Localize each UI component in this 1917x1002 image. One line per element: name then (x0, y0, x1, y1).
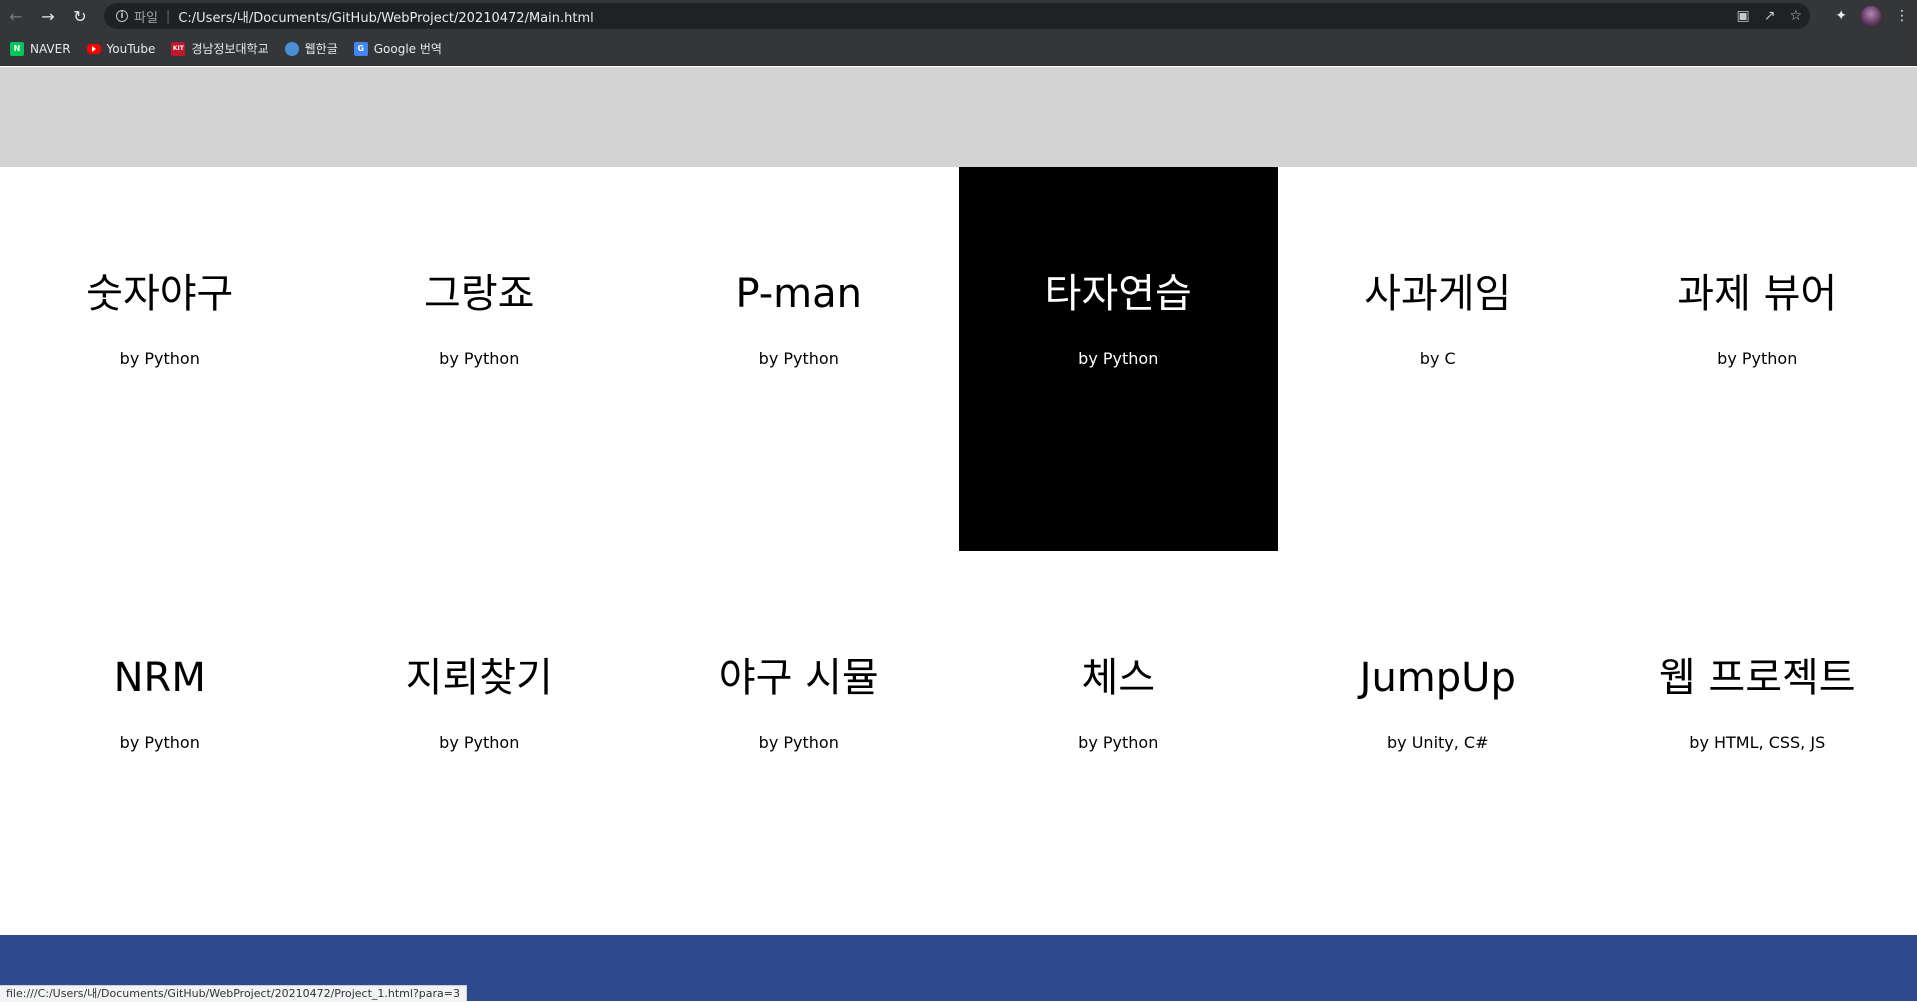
translate-icon[interactable]: ▣ (1736, 8, 1749, 24)
project-card-baseball-sim[interactable]: 야구 시뮬 by Python (639, 551, 959, 935)
bookmark-label: 웹한글 (305, 40, 338, 57)
project-title: 체스 (959, 551, 1279, 703)
puzzle-icon[interactable]: ✦ (1835, 8, 1847, 24)
scheme-label: 파일 (134, 7, 158, 26)
bookmark-naver[interactable]: N NAVER (10, 37, 71, 61)
info-icon[interactable]: i (116, 10, 128, 22)
project-language: by Python (959, 349, 1279, 369)
bookmarks-bar: N NAVER YouTube KIT 경남정보대학교 웹한글 G Google… (0, 32, 1917, 66)
project-language: by Python (639, 349, 959, 369)
bookmark-label: YouTube (107, 42, 156, 56)
project-title: 타자연습 (959, 167, 1279, 319)
url-text[interactable]: C:/Users/내/Documents/GitHub/WebProject/2… (178, 7, 593, 26)
project-card-granzort[interactable]: 그랑죠 by Python (320, 167, 640, 551)
project-card-minesweeper[interactable]: 지뢰찾기 by Python (320, 551, 640, 935)
omnibox-actions: ▣ ↗ ☆ (1736, 3, 1802, 29)
project-title: 웹 프로젝트 (1598, 551, 1917, 703)
project-row-2: NRM by Python 지뢰찾기 by Python 야구 시뮬 by Py… (0, 551, 1917, 935)
project-title: JumpUp (1278, 551, 1598, 703)
project-title: P-man (639, 167, 959, 319)
project-title: 사과게임 (1278, 167, 1598, 319)
back-arrow-icon[interactable]: ← (0, 0, 32, 32)
naver-icon: N (10, 42, 24, 56)
project-language: by Python (0, 349, 320, 369)
header-band (0, 67, 1917, 167)
bookmark-label: Google 번역 (374, 40, 442, 57)
project-language: by Unity, C# (1278, 733, 1598, 753)
profile-avatar[interactable] (1861, 6, 1881, 26)
project-card-nrm[interactable]: NRM by Python (0, 551, 320, 935)
project-card-jumpup[interactable]: JumpUp by Unity, C# (1278, 551, 1598, 935)
project-grid: 숫자야구 by Python 그랑죠 by Python P-man by Py… (0, 167, 1917, 935)
kebab-menu-icon[interactable]: ⋮ (1895, 8, 1909, 24)
browser-actions: ✦ ⋮ (1835, 0, 1909, 32)
project-language: by Python (320, 349, 640, 369)
project-language: by Python (320, 733, 640, 753)
web-hangul-icon (285, 42, 299, 56)
project-language: by Python (0, 733, 320, 753)
project-card-assignment-viewer[interactable]: 과제 뷰어 by Python (1598, 167, 1917, 551)
project-language: by Python (1598, 349, 1917, 369)
browser-toolbar: ← → ↻ i 파일 | C:/Users/내/Documents/GitHub… (0, 0, 1917, 32)
project-title: 야구 시뮬 (639, 551, 959, 703)
address-bar[interactable]: i 파일 | C:/Users/내/Documents/GitHub/WebPr… (104, 3, 1810, 29)
share-icon[interactable]: ↗ (1764, 8, 1776, 24)
status-url-tooltip: file:///C:/Users/내/Documents/GitHub/WebP… (0, 985, 467, 1002)
project-card-web-project[interactable]: 웹 프로젝트 by HTML, CSS, JS (1598, 551, 1917, 935)
bookmark-label: NAVER (30, 42, 71, 56)
project-title: 그랑죠 (320, 167, 640, 319)
project-card-typing-practice[interactable]: 타자연습 by Python (959, 167, 1279, 551)
project-language: by Python (639, 733, 959, 753)
google-translate-icon: G (354, 42, 368, 56)
project-card-number-baseball[interactable]: 숫자야구 by Python (0, 167, 320, 551)
project-card-chess[interactable]: 체스 by Python (959, 551, 1279, 935)
bookmark-kniu[interactable]: KIT 경남정보대학교 (171, 37, 268, 61)
bookmark-youtube[interactable]: YouTube (87, 37, 156, 61)
project-card-apple-game[interactable]: 사과게임 by C (1278, 167, 1598, 551)
bookmark-web-hangul[interactable]: 웹한글 (285, 37, 338, 61)
star-icon[interactable]: ☆ (1789, 8, 1802, 24)
forward-arrow-icon[interactable]: → (32, 0, 64, 32)
youtube-icon (87, 44, 101, 54)
reload-icon[interactable]: ↻ (64, 0, 96, 32)
bookmark-label: 경남정보대학교 (191, 40, 268, 57)
project-title: 숫자야구 (0, 167, 320, 319)
project-language: by C (1278, 349, 1598, 369)
bookmark-google-translate[interactable]: G Google 번역 (354, 37, 442, 61)
kniu-icon: KIT (171, 42, 185, 56)
project-language: by HTML, CSS, JS (1598, 733, 1917, 753)
page-content: 숫자야구 by Python 그랑죠 by Python P-man by Py… (0, 67, 1917, 1001)
omnibox-separator: | (166, 9, 170, 24)
project-title: NRM (0, 551, 320, 703)
project-language: by Python (959, 733, 1279, 753)
project-title: 과제 뷰어 (1598, 167, 1917, 319)
project-title: 지뢰찾기 (320, 551, 640, 703)
project-row-1: 숫자야구 by Python 그랑죠 by Python P-man by Py… (0, 167, 1917, 551)
project-card-p-man[interactable]: P-man by Python (639, 167, 959, 551)
